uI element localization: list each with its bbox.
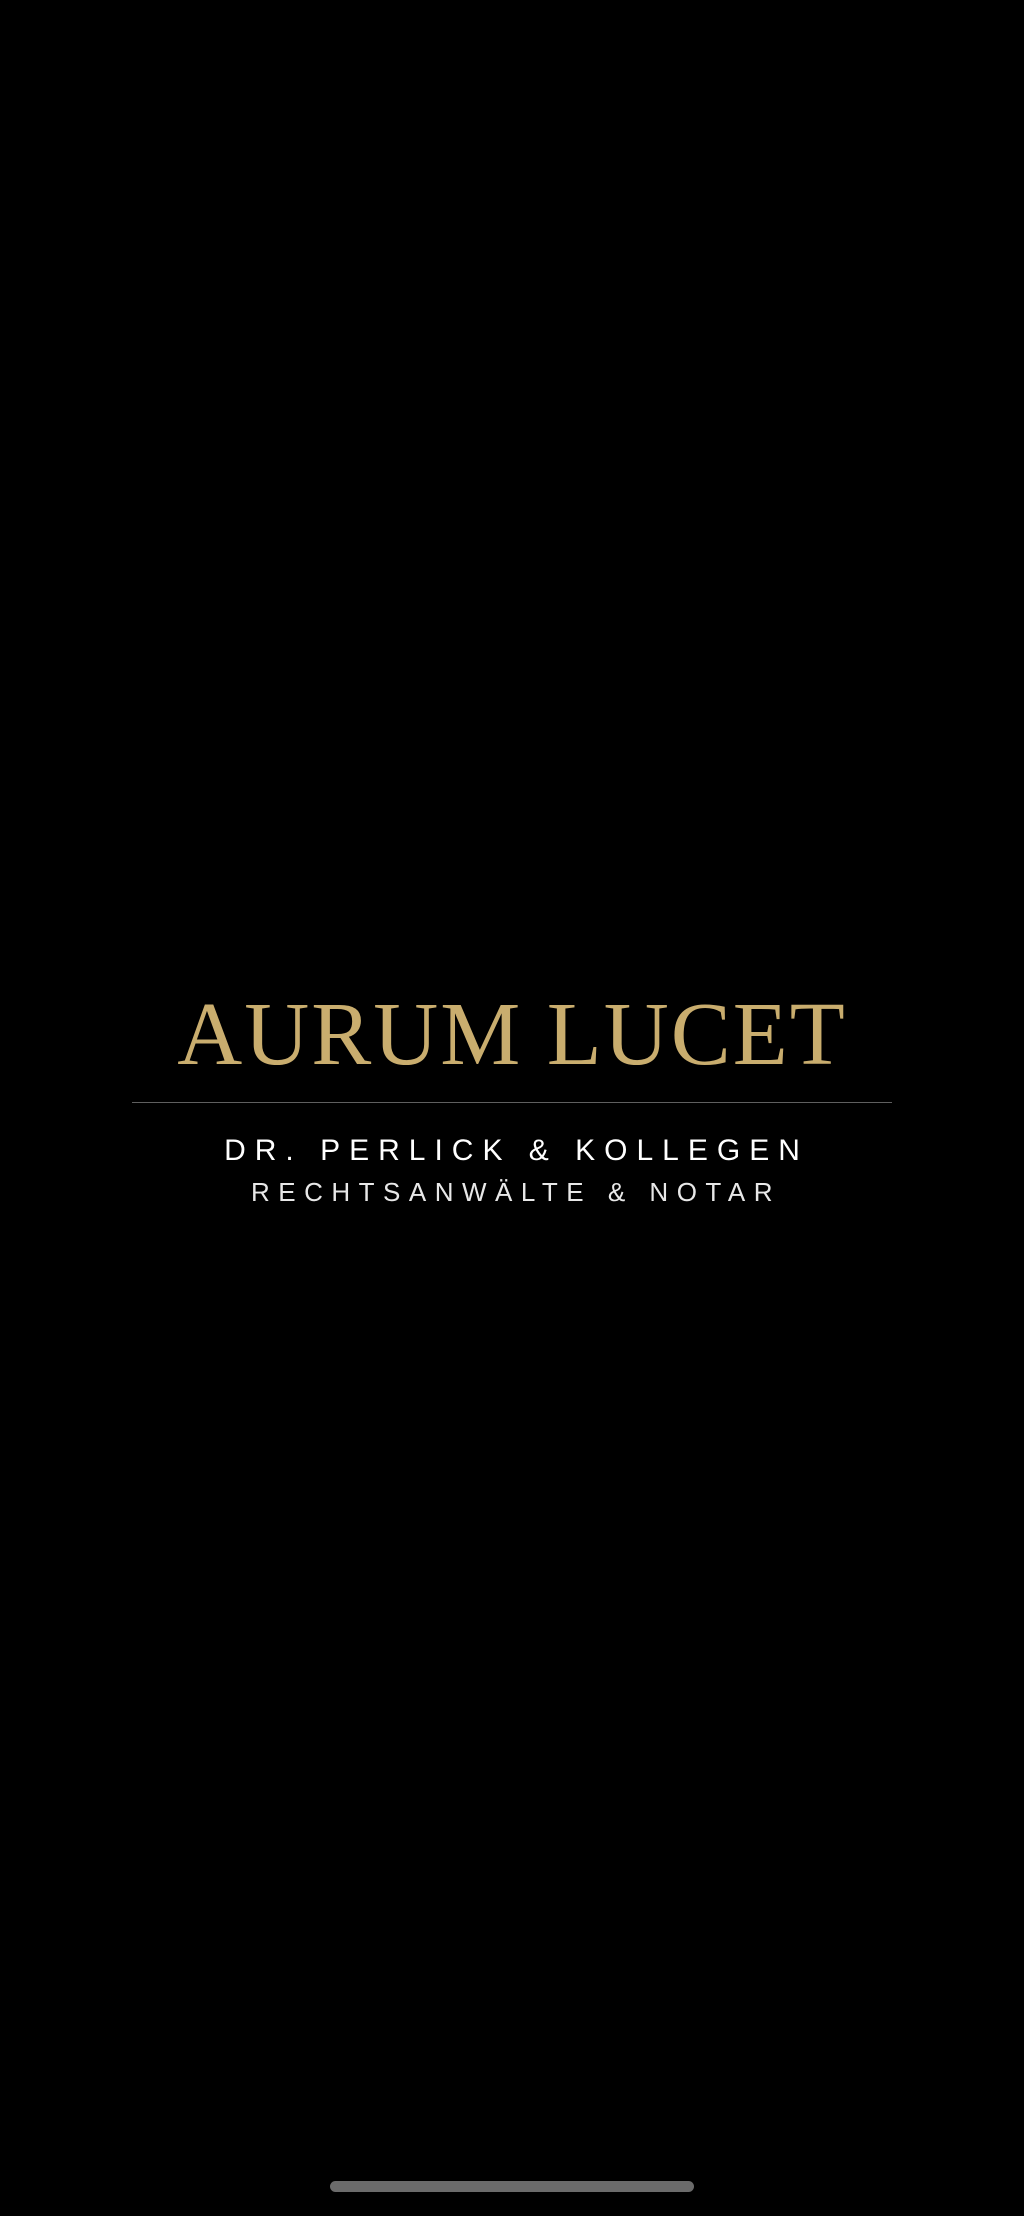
splash-screen: AURUM LUCET DR. PERLICK & KOLLEGEN RECHT… [0, 0, 1024, 2216]
home-indicator[interactable] [330, 2181, 694, 2192]
logo-divider [132, 1102, 892, 1103]
logo-title: AURUM LUCET [177, 985, 847, 1084]
firm-name: DR. PERLICK & KOLLEGEN [224, 1134, 809, 1167]
firm-subtitle: RECHTSANWÄLTE & NOTAR [250, 1177, 781, 1207]
app-logo: AURUM LUCET DR. PERLICK & KOLLEGEN RECHT… [0, 985, 1024, 1209]
